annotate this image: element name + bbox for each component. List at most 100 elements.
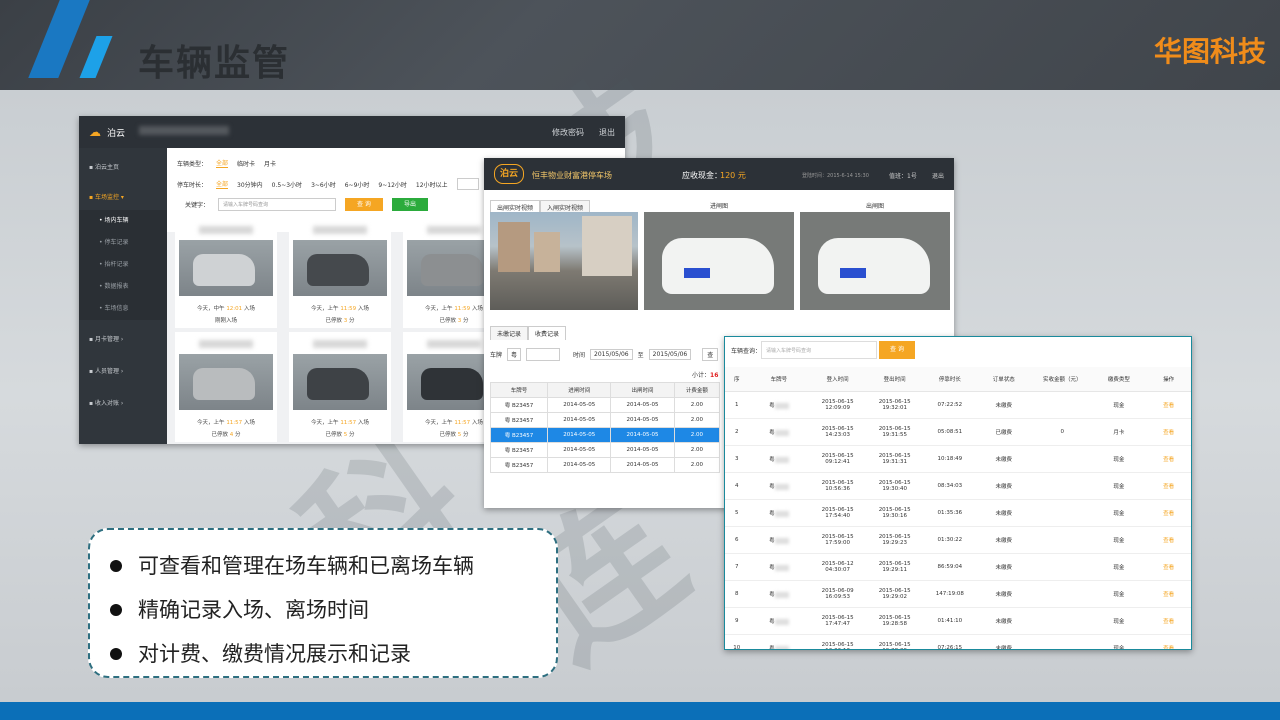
table-row: 2 粤 2015-06-15 14:23:03 2015-06-15 19:31:55… [725, 418, 1191, 446]
duty-post: 值班：1号 [889, 173, 917, 180]
table-cell: 2.00 [673, 457, 721, 473]
search-button[interactable]: 查 询 [345, 198, 383, 211]
type-chip-temp[interactable]: 临时卡 [237, 159, 255, 168]
table-cell: 5 [725, 499, 749, 527]
vehicle-card[interactable]: 今天，上午 11:57 入场 已停放 5 分 [289, 332, 391, 442]
date-to-picker[interactable]: 2015/05/06 [648, 349, 692, 360]
table-cell: 2014-05-05 [610, 412, 675, 428]
table-row[interactable]: 粤 B23457 2014-05-05 2014-05-05 2.00 [489, 397, 721, 413]
tab-fee-records[interactable]: 收费记录 [528, 326, 567, 340]
blurred-plate [427, 340, 481, 348]
vehicle-card[interactable]: 今天，中午 12:01 入场 刚刚入场 [175, 218, 277, 328]
table-row: 5 粤 2015-06-15 17:54:40 2015-06-15 19:30:16… [725, 499, 1191, 527]
duration-chip[interactable]: 30分钟内 [237, 180, 263, 189]
sidebar-item-monthly-card[interactable]: ▪ 月卡管理 › [79, 328, 167, 352]
blurred-plate [774, 537, 789, 544]
plate-province-select[interactable]: 粤 [507, 348, 522, 361]
duration-chip[interactable]: 0.5~3小时 [272, 180, 302, 189]
table-cell: 08:34:03 [923, 472, 977, 500]
column-header: 操作 [1144, 367, 1191, 392]
vehicle-card[interactable]: 今天，上午 11:57 入场 已停放 4 分 [175, 332, 277, 442]
table-header-row: 车牌号 进闸时间 出闸时间 计费金额 [489, 382, 721, 398]
vehicle-query-input[interactable]: 请输入车牌号码查询 [761, 341, 877, 359]
duration-custom-input[interactable] [456, 178, 479, 190]
gate-topbar: 泊云 恒丰物业财富港停车场 应收现金： 120 元 登陆时间：2015-6-14… [484, 158, 954, 190]
exit-link[interactable]: 退出 [932, 171, 944, 180]
column-header: 实收金额（元） [1030, 367, 1094, 392]
query-button[interactable]: 查 [702, 348, 719, 361]
vehicle-query-button[interactable]: 查 询 [879, 341, 915, 359]
sidebar-subitem-parking-records[interactable]: • 停车记录 [79, 232, 167, 254]
view-link[interactable]: 查看 [1144, 634, 1191, 649]
column-header: 订单状态 [976, 367, 1031, 392]
vehicle-query-label: 车辆查询： [731, 348, 762, 355]
plate-number-input[interactable] [526, 348, 561, 361]
view-link[interactable]: 查看 [1144, 499, 1191, 527]
table-cell: 2014-05-05 [547, 427, 612, 443]
app-logo-text: 泊云 [107, 129, 126, 139]
table-row[interactable]: 粤 B23457 2014-05-05 2014-05-05 2.00 [489, 427, 721, 443]
table-cell: 2015-06-15 19:30:16 [866, 499, 924, 527]
table-cell: 2014-05-05 [547, 442, 612, 458]
table-cell: 2014-05-05 [610, 427, 675, 443]
table-cell: 2015-06-15 12:09:09 [809, 391, 867, 419]
table-cell: 2015-06-09 16:09:53 [809, 580, 867, 608]
type-chip-monthly[interactable]: 月卡 [264, 159, 276, 168]
view-link[interactable]: 查看 [1144, 391, 1191, 419]
logout-link[interactable]: 退出 [599, 127, 615, 138]
date-from-picker[interactable]: 2015/05/06 [590, 349, 633, 360]
view-link[interactable]: 查看 [1144, 445, 1191, 473]
tab-unpaid-records[interactable]: 未缴记录 [490, 326, 529, 340]
duration-chip[interactable]: 9~12小时 [378, 180, 406, 189]
change-password-link[interactable]: 修改密码 [552, 127, 584, 138]
table-cell: 4 [725, 472, 749, 500]
table-row[interactable]: 粤 B23457 2014-05-05 2014-05-05 2.00 [489, 442, 721, 458]
blurred-plate [774, 483, 789, 490]
sidebar-item-staff[interactable]: ▪ 人员管理 › [79, 360, 167, 384]
table-cell: 9 [725, 607, 749, 635]
record-filter-row: 车牌 粤 时间 2015/05/06 至 2015/05/06 查 [490, 348, 719, 361]
lot-name: 恒丰物业财富港停车场 [532, 171, 612, 180]
view-link[interactable]: 查看 [1144, 472, 1191, 500]
table-header-row: 序车牌号 登入时间 登出时间 停靠时长 订单状态 实收金额（元） 缴费类型 操作 [725, 367, 1191, 392]
subtotal: 小计：16 [692, 372, 719, 379]
view-link[interactable]: 查看 [1144, 580, 1191, 608]
sidebar-item-lot-monitor[interactable]: ▪ 车场监控 ▾ [79, 186, 167, 210]
view-link[interactable]: 查看 [1144, 553, 1191, 581]
duration-chip[interactable]: 12小时以上 [416, 180, 448, 189]
sidebar-subitem-lot-info[interactable]: • 车场信息 [79, 298, 167, 320]
sidebar-subitem-in-lot[interactable]: • 场内车辆 [79, 210, 167, 232]
table-row[interactable]: 粤 B23457 2014-05-05 2014-05-05 2.00 [489, 457, 721, 473]
view-link[interactable]: 查看 [1144, 526, 1191, 554]
sidebar-subitem-gate-records[interactable]: • 抬杆记录 [79, 254, 167, 276]
view-link[interactable]: 查看 [1144, 418, 1191, 446]
table-cell: 粤 [748, 391, 810, 419]
fee-records-body: 粤 B23457 2014-05-05 2014-05-05 2.00 粤 B23457… [489, 397, 721, 473]
fee-records-table: 车牌号 进闸时间 出闸时间 计费金额 粤 B23457 2014-05-05 2014-0… [489, 382, 721, 473]
table-row[interactable]: 粤 B23457 2014-05-05 2014-05-05 2.00 [489, 412, 721, 428]
vehicle-records-body: 1 粤 2015-06-15 12:09:09 2015-06-15 19:32:01… [725, 391, 1191, 649]
view-link[interactable]: 查看 [1144, 607, 1191, 635]
vehicle-card[interactable]: 今天，上午 11:59 入场 已停放 3 分 [289, 218, 391, 328]
vehicle-type-filter: 车辆类型： 全部 临时卡 月卡 [177, 158, 277, 168]
table-cell: 2.00 [673, 442, 721, 458]
duration-chip[interactable]: 6~9小时 [345, 180, 370, 189]
sidebar-subitem-reports[interactable]: • 数据报表 [79, 276, 167, 298]
sidebar-item-income[interactable]: ▪ 收入对账 › [79, 392, 167, 416]
table-cell: 现金 [1093, 553, 1145, 581]
table-cell: 粤 B23457 [489, 397, 549, 413]
blurred-plate [199, 340, 253, 348]
app-topbar: ☁ 泊云 修改密码 退出 [79, 116, 625, 148]
blurred-plate [313, 340, 367, 348]
footer-band [0, 702, 1280, 720]
export-button[interactable]: 导出 [391, 198, 428, 211]
keyword-input[interactable]: 请输入车牌号码查询 [218, 198, 337, 211]
duration-chip[interactable]: 3~6小时 [311, 180, 336, 189]
table-row: 6 粤 2015-06-15 17:59:00 2015-06-15 19:29:23… [725, 526, 1191, 554]
type-chip-all[interactable]: 全部 [216, 158, 229, 168]
slide-title: 车辆监管 [138, 43, 291, 84]
sidebar-item-home[interactable]: ▪ 泊云主页 [79, 156, 167, 180]
table-cell: 01:35:36 [923, 499, 977, 527]
table-row: 10粤2015-06-15 12:02:132015-06-15 19:28:2… [725, 634, 1191, 649]
duration-chip[interactable]: 全部 [216, 179, 229, 189]
